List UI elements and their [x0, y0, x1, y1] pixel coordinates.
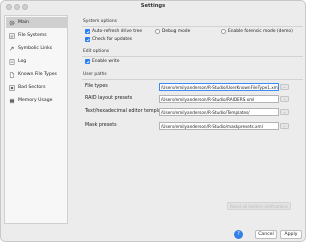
auto-refresh-checkbox[interactable]: Auto-refresh drive tree — [85, 29, 142, 34]
divider — [82, 56, 303, 57]
forensic-mode-checkbox[interactable]: Enable forensic mode (demo) — [221, 29, 293, 34]
cancel-button[interactable]: Cancel — [255, 230, 277, 239]
sidebar-item-log[interactable]: Log — [6, 56, 67, 67]
checkmark-icon — [85, 59, 90, 64]
system-options-heading: System options — [83, 19, 117, 24]
checkmark-icon — [85, 37, 90, 42]
sidebar-item-known-file-types[interactable]: Known File Types — [6, 69, 67, 80]
bad-sectors-icon — [9, 84, 15, 91]
sidebar-item-main[interactable]: Main — [6, 17, 67, 28]
file-systems-icon — [9, 32, 15, 39]
divider — [82, 79, 303, 80]
window-title: Settings — [140, 3, 166, 9]
forensic-mode-label: Enable forensic mode (demo) — [228, 29, 293, 34]
divider — [82, 26, 303, 27]
sidebar-item-label: Bad Sectors — [18, 85, 46, 90]
sidebar-item-symbolic-links[interactable]: Symbolic Links — [6, 43, 67, 54]
mask-presets-browse-button[interactable]: ... — [280, 123, 289, 129]
enable-write-label: Enable write — [92, 59, 120, 64]
title-bar: Settings — [1, 1, 305, 13]
sidebar-item-label: Known File Types — [18, 72, 57, 77]
auto-refresh-label: Auto-refresh drive tree — [92, 29, 143, 34]
user-paths-heading: User paths — [83, 72, 107, 77]
unchecked-box-icon — [155, 29, 160, 34]
settings-content: System options Auto-refresh drive tree D… — [71, 15, 305, 225]
check-updates-label: Check for updates — [92, 37, 133, 42]
sidebar-item-label: File Systems — [18, 33, 47, 38]
file-types-icon — [9, 71, 15, 78]
sidebar-item-label: Memory Usage — [18, 98, 53, 103]
file-types-path-label: File types — [85, 84, 108, 89]
checkmark-icon — [85, 29, 90, 34]
file-types-browse-button[interactable]: ... — [280, 84, 289, 90]
edit-options-heading: Edit options — [83, 49, 110, 54]
log-icon — [9, 58, 15, 65]
editor-templates-path-label: Text/hexadecimal editor templates — [85, 109, 169, 114]
file-types-path-input[interactable]: /Users/emilyanderson/R-Studio/UserKnownF… — [159, 83, 279, 91]
symbolic-link-icon — [9, 46, 15, 52]
apply-button[interactable]: Apply — [280, 230, 302, 239]
editor-templates-browse-button[interactable]: ... — [280, 109, 289, 115]
sidebar-item-label: Symbolic Links — [18, 46, 53, 51]
sidebar-item-label: Log — [18, 59, 27, 64]
enable-write-checkbox[interactable]: Enable write — [85, 59, 119, 64]
gear-icon — [9, 20, 15, 26]
settings-window: Settings Main File Systems Symbolic Link… — [0, 0, 306, 242]
sidebar-item-memory-usage[interactable]: Memory Usage — [6, 95, 67, 106]
help-button[interactable]: ? — [234, 230, 243, 239]
unchecked-box-icon — [221, 29, 226, 34]
raid-presets-path-input[interactable]: /Users/emilyanderson/R-Studio/RAIDERS.xm… — [159, 95, 279, 103]
mask-presets-path-input[interactable]: /Users/emilyanderson/R-Studio/maskpreset… — [159, 122, 279, 130]
check-updates-checkbox[interactable]: Check for updates — [85, 37, 132, 42]
sidebar-item-label: Main — [18, 20, 29, 25]
sidebar-item-file-systems[interactable]: File Systems — [6, 30, 67, 41]
settings-sidebar: Main File Systems Symbolic Links Log Kno… — [4, 15, 68, 224]
debug-mode-label: Debug mode — [162, 29, 191, 34]
debug-mode-checkbox[interactable]: Debug mode — [155, 29, 190, 34]
raid-presets-path-label: RAID layout presets — [85, 96, 133, 101]
sidebar-item-bad-sectors[interactable]: Bad Sectors — [6, 82, 67, 93]
memory-icon — [9, 98, 15, 104]
reset-hidden-notifications-button[interactable]: Reset all hidden notifications — [227, 202, 291, 210]
mask-presets-path-label: Mask presets — [85, 123, 117, 128]
editor-templates-path-input[interactable]: /Users/emilyanderson/R-Studio/Templates/ — [159, 108, 279, 116]
raid-presets-browse-button[interactable]: ... — [280, 96, 289, 102]
